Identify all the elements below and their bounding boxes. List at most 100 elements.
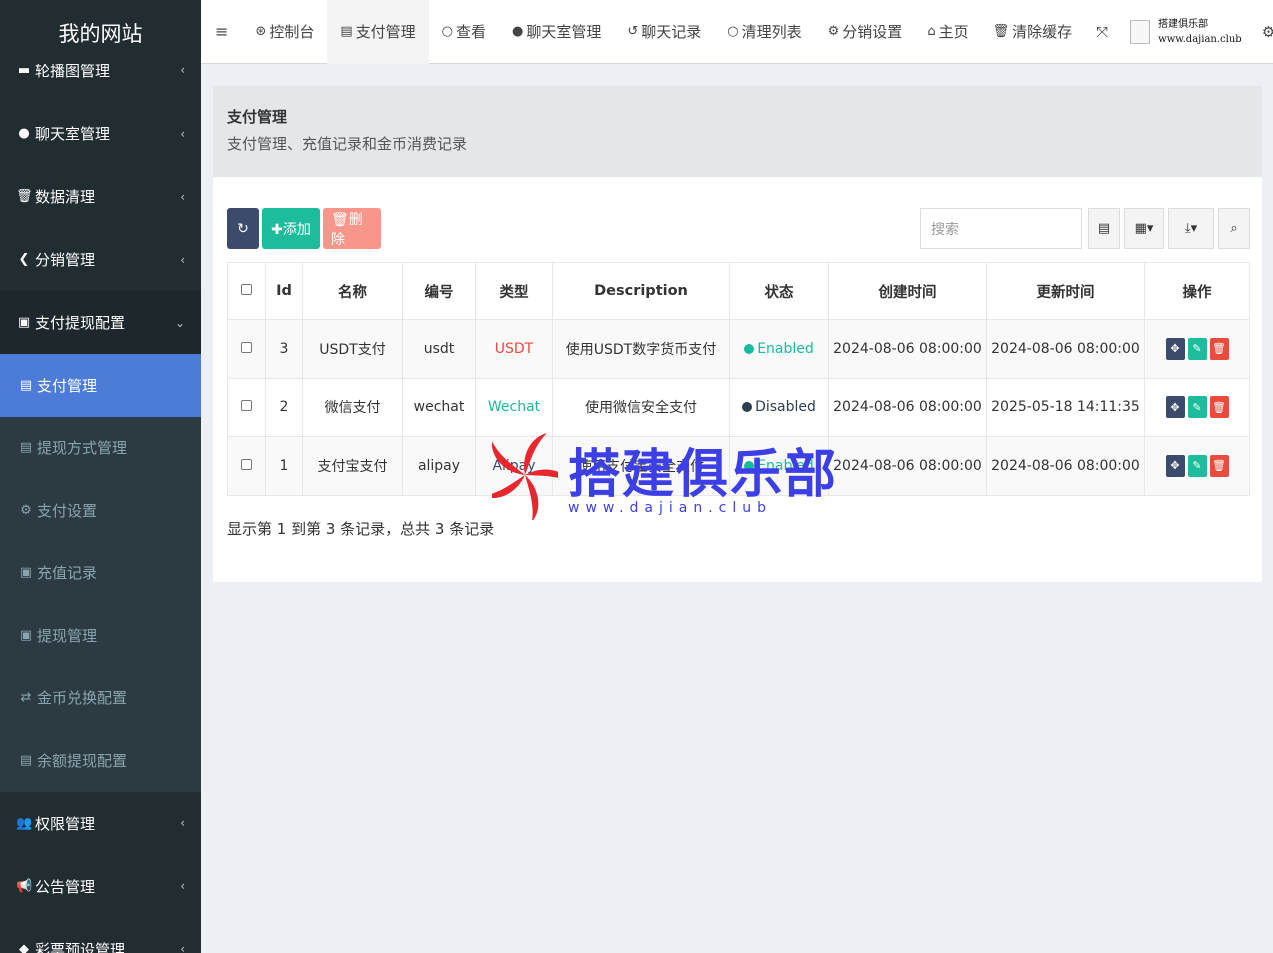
edit-button[interactable]: ✎: [1187, 396, 1207, 419]
status-dot-icon: [742, 402, 753, 413]
table-right-tools: 搜索 ▤ ▦▾ ⤓▾ ⌕: [920, 208, 1250, 249]
status-badge: Enabled: [744, 341, 814, 357]
sidebar-item-withdraw-methods[interactable]: ▤ 提现方式管理: [0, 416, 201, 479]
row-select-cell: [227, 436, 266, 496]
sidebar-item-label: 公告管理: [35, 877, 96, 896]
cell-description: 使用USDT数字货币支付: [552, 319, 730, 379]
tab-label: 清理列表: [741, 23, 802, 41]
sidebar-item-payment-settings[interactable]: ⚙ 支付设置: [0, 479, 201, 542]
sidebar-item-lottery-presets[interactable]: ◆ 彩票预设管理 ‹: [0, 918, 201, 953]
tab-chat-records[interactable]: ↺ 聊天记录: [614, 0, 714, 64]
sidebar-item-announcements[interactable]: 📢 公告管理 ‹: [0, 855, 201, 918]
add-button[interactable]: ✚添加: [262, 208, 320, 249]
page-title: 支付管理: [227, 108, 288, 126]
sidebar-item-payment-config[interactable]: ▣ 支付提现配置 ⌄: [0, 291, 201, 354]
sidebar-toggle-button[interactable]: ≡: [201, 0, 242, 64]
circle-icon: ○: [441, 24, 453, 39]
sidebar-item-label: 彩票预设管理: [35, 940, 126, 953]
cell-status: Enabled: [729, 436, 829, 496]
toggle-view-button[interactable]: ▤: [1088, 208, 1120, 249]
trash-icon: 🗑: [16, 189, 33, 204]
column-header: 操作: [1144, 262, 1250, 320]
delete-row-button[interactable]: 🗑: [1209, 396, 1229, 419]
avatar: [1130, 19, 1151, 44]
row-select-cell: [227, 319, 266, 379]
select-all-checkbox[interactable]: [241, 284, 252, 295]
sidebar-item-payment-manage[interactable]: ▤ 支付管理: [0, 354, 201, 417]
export-dropdown[interactable]: ⤓▾: [1168, 208, 1214, 249]
delete-button[interactable]: 🗑删除: [323, 208, 381, 249]
search-button[interactable]: ⌕: [1218, 208, 1250, 249]
chevron-left-icon: ‹: [180, 63, 185, 77]
column-header[interactable]: 创建时间: [828, 262, 987, 320]
tab-chatroom[interactable]: ● 聊天室管理: [499, 0, 614, 64]
column-header[interactable]: 类型: [475, 262, 553, 320]
column-header[interactable]: 编号: [402, 262, 476, 320]
user-name-line2: www.dajian.club: [1158, 33, 1242, 45]
menu-icon: ≡: [215, 22, 229, 41]
sidebar-item-balance-withdraw[interactable]: ▤ 余额提现配置: [0, 729, 201, 792]
credit-card-icon: ▤: [340, 24, 353, 39]
status-text: Disabled: [755, 399, 816, 416]
bullhorn-icon: 📢: [16, 878, 33, 894]
image-icon: ▬: [17, 62, 31, 78]
row-checkbox[interactable]: [241, 400, 252, 412]
refresh-icon: ↻: [237, 220, 249, 237]
row-actions: ✥ ✎ 🗑: [1145, 337, 1249, 360]
drag-button[interactable]: ✥: [1165, 454, 1185, 477]
chevron-left-icon: ‹: [180, 126, 185, 141]
sidebar-item-coin-exchange[interactable]: ⇄ 金币兑换配置: [0, 666, 201, 729]
home-icon: ⌂: [927, 24, 936, 39]
column-header[interactable]: Id: [265, 262, 303, 320]
delete-row-button[interactable]: 🗑: [1209, 454, 1229, 477]
tab-label: 支付管理: [355, 23, 416, 41]
settings-button[interactable]: ⚙: [1250, 0, 1273, 64]
columns-dropdown[interactable]: ▦▾: [1124, 208, 1164, 249]
sidebar-item-chatroom[interactable]: ● 聊天室管理 ‹: [0, 102, 201, 165]
credit-card-icon: ▤: [19, 377, 33, 393]
status-dot-icon: [744, 343, 755, 354]
drag-button[interactable]: ✥: [1165, 337, 1185, 360]
sidebar-item-label: 支付管理: [37, 376, 98, 395]
sidebar-item-withdraw-manage[interactable]: ▣ 提现管理: [0, 604, 201, 667]
content-header: 支付管理 支付管理、充值记录和金币消费记录: [213, 86, 1262, 177]
dashboard-icon: ⊛: [255, 24, 267, 39]
sidebar-item-data-cleanup[interactable]: 🗑 数据清理 ‹: [0, 165, 201, 228]
sidebar-item-label: 余额提现配置: [37, 751, 128, 770]
clear-cache-button[interactable]: 🗑 清除缓存: [981, 0, 1085, 64]
tab-cleanup-list[interactable]: ○ 清理列表: [714, 0, 814, 64]
cell-created: 2024-08-06 08:00:00: [828, 319, 987, 379]
refresh-button[interactable]: ↻: [227, 208, 259, 249]
credit-card-icon: ▤: [19, 440, 33, 456]
delete-row-button[interactable]: 🗑: [1209, 337, 1229, 360]
status-text: Enabled: [757, 340, 814, 357]
tag-icon: ◆: [19, 941, 29, 953]
home-link[interactable]: ⌂ 主页: [915, 0, 980, 64]
cell-type: Alipay: [475, 436, 553, 496]
column-header[interactable]: 名称: [302, 262, 403, 320]
site-logo[interactable]: 我的网站: [0, 0, 201, 64]
edit-button[interactable]: ✎: [1187, 337, 1207, 360]
sidebar-item-recharge-records[interactable]: ▣ 充值记录: [0, 541, 201, 604]
home-label: 主页: [938, 23, 969, 41]
cell-id: 3: [265, 319, 303, 379]
column-header[interactable]: Description: [552, 262, 730, 320]
search-input[interactable]: 搜索: [920, 208, 1082, 249]
cell-description: 使用支付宝安全支付: [552, 436, 730, 496]
tab-payment-manage[interactable]: ▤ 支付管理: [327, 0, 429, 64]
tab-view[interactable]: ○ 查看: [429, 0, 499, 64]
row-checkbox[interactable]: [241, 458, 252, 470]
row-checkbox[interactable]: [241, 341, 252, 353]
drag-button[interactable]: ✥: [1165, 396, 1185, 419]
edit-button[interactable]: ✎: [1187, 454, 1207, 477]
sidebar-item-distribution[interactable]: ❮ 分销管理 ‹: [0, 228, 201, 291]
type-label: USDT: [494, 340, 534, 357]
column-header[interactable]: 状态: [729, 262, 829, 320]
user-menu[interactable]: 搭建俱乐部 www.dajian.club: [1120, 0, 1250, 64]
money-icon: ▣: [19, 627, 33, 643]
fullscreen-button[interactable]: ⤧: [1084, 0, 1120, 64]
tab-dashboard[interactable]: ⊛ 控制台: [242, 0, 327, 64]
column-header[interactable]: 更新时间: [986, 262, 1145, 320]
tab-distribution-settings[interactable]: ⚙ 分销设置: [815, 0, 916, 64]
sidebar-item-permissions[interactable]: 👥 权限管理 ‹: [0, 792, 201, 855]
